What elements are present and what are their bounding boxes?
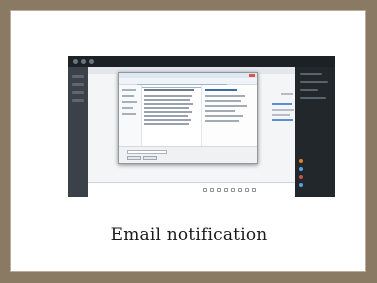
- detail-line: [205, 120, 239, 122]
- list-item: [144, 123, 189, 125]
- open-button: [127, 156, 141, 160]
- mail-text-line: [281, 93, 293, 95]
- status-dot-icon: [299, 159, 303, 163]
- file-name-field: [127, 150, 167, 154]
- list-item: [144, 99, 190, 101]
- folder-line: [122, 101, 137, 103]
- panel-line: [300, 81, 328, 83]
- format-icon: [224, 188, 228, 192]
- sidebar-item: [72, 83, 84, 86]
- mail-link-line: [272, 119, 293, 121]
- folder-line: [122, 107, 133, 109]
- mail-text-line: [272, 114, 290, 116]
- status-dot-icon: [299, 167, 303, 171]
- sidebar-item: [72, 75, 84, 78]
- list-item: [144, 111, 192, 113]
- list-item: [144, 115, 188, 117]
- format-icon: [217, 188, 221, 192]
- detail-line: [205, 115, 243, 117]
- format-icon: [238, 188, 242, 192]
- detail-line: [205, 95, 245, 97]
- dialog-sidebar: [119, 85, 142, 147]
- status-dot-icon: [299, 175, 303, 179]
- folder-line: [122, 89, 136, 91]
- sidebar-item: [72, 91, 84, 94]
- detail-heading: [205, 89, 237, 91]
- format-icon: [210, 188, 214, 192]
- list-item: [144, 119, 191, 121]
- mail-link-line: [272, 103, 292, 105]
- mail-text-line: [272, 109, 294, 111]
- list-item: [144, 103, 193, 105]
- format-icon: [245, 188, 249, 192]
- window-dot-icon: [89, 59, 94, 64]
- thumbnail-card[interactable]: Email notification: [10, 10, 366, 272]
- cancel-button: [143, 156, 157, 160]
- close-icon: [249, 74, 255, 77]
- detail-line: [205, 110, 235, 112]
- list-item: [144, 95, 192, 97]
- detail-line: [205, 105, 247, 107]
- panel-line: [300, 89, 318, 91]
- detail-pane: [201, 85, 257, 147]
- window-dot-icon: [81, 59, 86, 64]
- file-list: [142, 85, 200, 147]
- window-dot-icon: [73, 59, 78, 64]
- dialog-footer: [119, 146, 257, 163]
- format-icon: [203, 188, 207, 192]
- dialog-navbar: [119, 78, 257, 88]
- attach-icon: [231, 188, 235, 192]
- folder-line: [122, 113, 136, 115]
- app-sidebar: [68, 67, 88, 197]
- right-panel: [295, 67, 335, 197]
- detail-line: [205, 100, 241, 102]
- email-client-screenshot: [68, 56, 335, 197]
- sidebar-item: [72, 99, 84, 102]
- panel-line: [300, 97, 326, 99]
- compose-bottom-toolbar: [88, 182, 295, 197]
- file-open-dialog: [118, 72, 258, 164]
- format-icon: [252, 188, 256, 192]
- panel-line: [300, 73, 322, 75]
- status-dot-icon: [299, 183, 303, 187]
- list-item: [144, 107, 189, 109]
- card-caption: Email notification: [110, 225, 268, 245]
- folder-line: [122, 95, 134, 97]
- list-header: [144, 89, 194, 91]
- desktop-taskbar: [68, 56, 335, 67]
